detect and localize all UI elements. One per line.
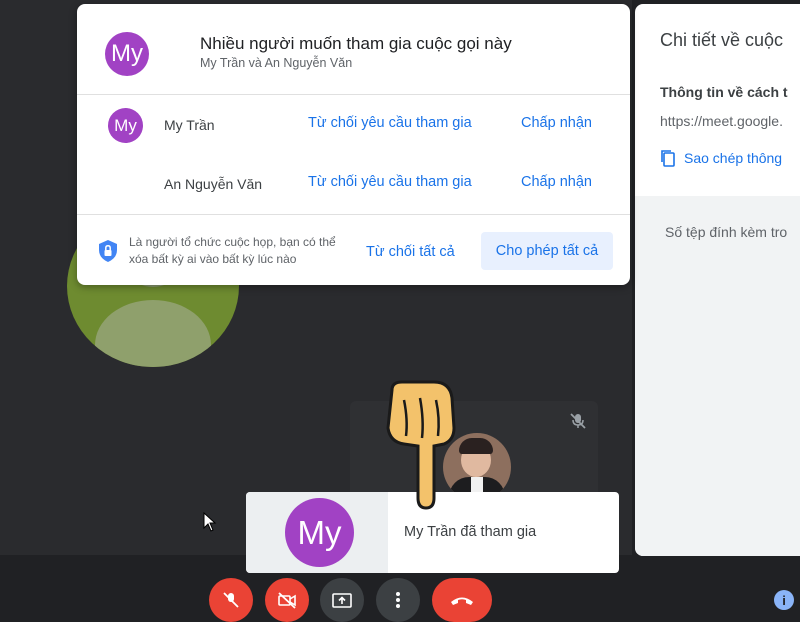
dialog-title: Nhiều người muốn tham gia cuộc gọi này (200, 34, 512, 53)
panel-title: Chi tiết về cuộc (660, 30, 784, 50)
camera-toggle-button[interactable] (265, 578, 309, 622)
present-icon (332, 593, 352, 608)
mic-toggle-button[interactable] (209, 578, 253, 622)
more-options-button[interactable] (376, 578, 420, 622)
phone-hangup-icon (451, 597, 473, 605)
mic-off-icon (223, 592, 239, 608)
allow-all-button[interactable]: Cho phép tất cả (481, 232, 613, 270)
toast-message: My Trần đã tham gia (404, 524, 537, 540)
requester-name: An Nguyễn Văn (164, 176, 263, 192)
pointing-hand-icon (386, 380, 456, 510)
host-note: Là người tổ chức cuộc họp, bạn có thể xó… (129, 235, 336, 266)
copy-join-info-label: Sao chép thông (684, 150, 783, 166)
dialog-avatar-initials: My (111, 40, 143, 67)
deny-request-button[interactable]: Từ chối yêu cầu tham gia (308, 115, 472, 131)
mouse-cursor-icon (203, 512, 217, 532)
join-requests-dialog: My Nhiều người muốn tham gia cuộc gọi nà… (77, 4, 630, 285)
meeting-info-button[interactable]: i (774, 590, 794, 610)
accept-request-button[interactable]: Chấp nhận (521, 174, 592, 190)
toast-avatar: My (285, 498, 354, 567)
info-glyph: i (782, 592, 786, 608)
camera-off-icon (278, 592, 296, 609)
meeting-details-panel: Chi tiết về cuộc Thông tin về cách t htt… (635, 4, 800, 556)
more-vert-icon (396, 592, 400, 608)
dialog-avatar: My (105, 32, 149, 76)
mic-off-icon (570, 413, 586, 429)
present-screen-button[interactable] (320, 578, 364, 622)
divider (77, 214, 630, 215)
accept-request-button[interactable]: Chấp nhận (521, 115, 592, 131)
join-info-heading: Thông tin về cách t (660, 84, 788, 100)
divider (77, 94, 630, 95)
deny-all-button[interactable]: Từ chối tất cả (366, 244, 455, 260)
toast-avatar-area: My (246, 492, 388, 573)
dialog-subtitle: My Trần và An Nguyễn Văn (200, 56, 353, 70)
copy-join-info-button[interactable]: Sao chép thông (660, 149, 782, 167)
deny-request-button[interactable]: Từ chối yêu cầu tham gia (308, 174, 472, 190)
meeting-url: https://meet.google. (660, 113, 783, 129)
shield-lock-icon (99, 240, 117, 262)
requester-name: My Trần (164, 117, 215, 133)
copy-icon (661, 150, 675, 167)
requester-avatar: My (108, 108, 143, 143)
attachments-label: Số tệp đính kèm tro (665, 224, 788, 240)
allow-all-label: Cho phép tất cả (495, 243, 599, 259)
toast-avatar-initials: My (297, 513, 342, 551)
attachments-section: Số tệp đính kèm tro (635, 196, 800, 556)
requester-avatar-initials: My (114, 115, 137, 135)
leave-call-button[interactable] (432, 578, 492, 622)
